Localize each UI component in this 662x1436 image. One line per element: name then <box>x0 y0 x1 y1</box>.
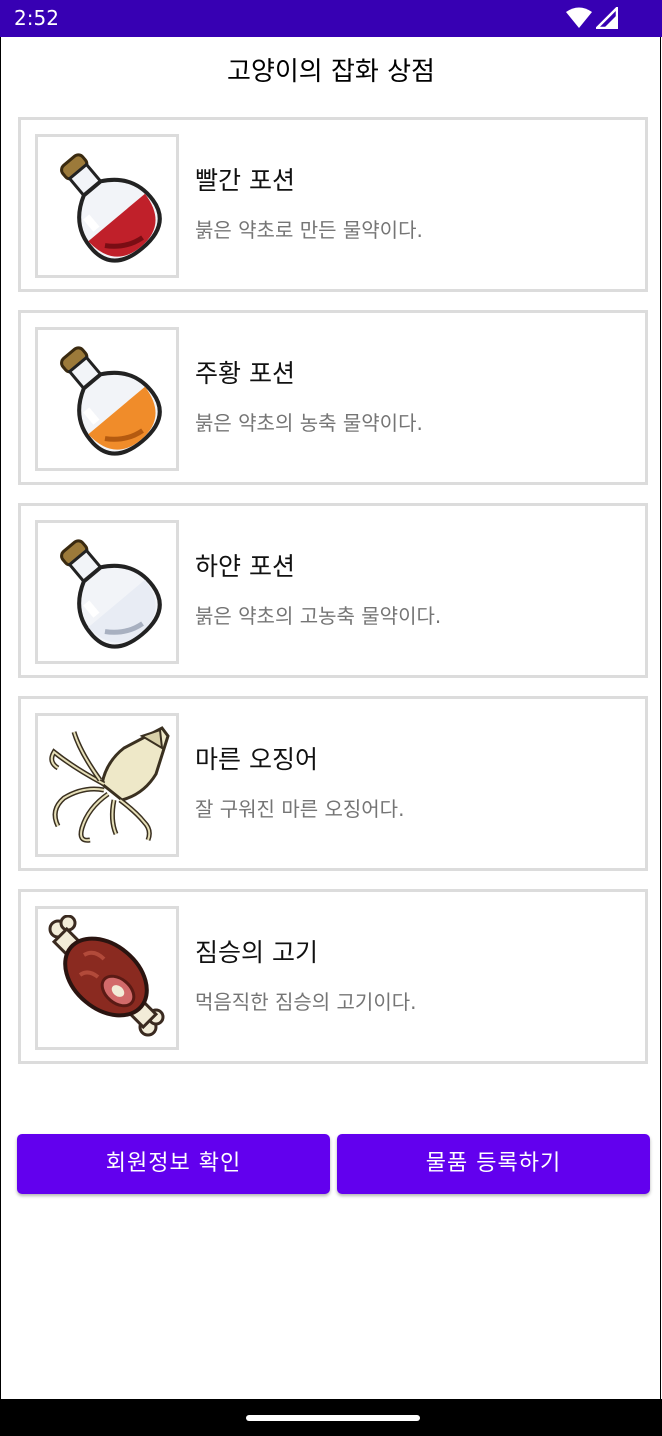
red-potion-icon <box>60 153 162 263</box>
item-name: 하얀 포션 <box>195 552 295 581</box>
status-icons <box>566 7 626 29</box>
wifi-icon <box>566 7 592 28</box>
member-info-button[interactable]: 회원정보 확인 <box>17 1134 330 1194</box>
home-indicator[interactable] <box>246 1415 420 1421</box>
item-name: 짐승의 고기 <box>195 938 318 967</box>
list-item[interactable]: 주황 포션 붉은 약초의 농축 물약이다. <box>18 310 648 485</box>
list-item[interactable]: 빨간 포션 붉은 약초로 만든 물약이다. <box>18 117 648 292</box>
item-name: 빨간 포션 <box>195 166 295 195</box>
item-description: 먹음직한 짐승의 고기이다. <box>195 990 417 1014</box>
navigation-bar <box>0 1399 662 1436</box>
item-name: 주황 포션 <box>195 359 295 388</box>
status-bar: 2:52 <box>0 0 662 37</box>
item-thumbnail <box>35 906 179 1050</box>
item-thumbnail <box>35 327 179 471</box>
item-list: 빨간 포션 붉은 약초로 만든 물약이다. 주황 포션 붉은 약초의 농축 물약… <box>18 117 648 1082</box>
page-title: 고양이의 잡화 상점 <box>227 57 435 87</box>
item-thumbnail <box>35 520 179 664</box>
orange-potion-icon <box>60 346 162 456</box>
status-time: 2:52 <box>14 6 59 30</box>
dried-squid-icon <box>49 726 170 843</box>
item-description: 잘 구워진 마른 오징어다. <box>195 797 405 821</box>
white-potion-icon <box>60 539 162 649</box>
signal-icon <box>596 7 618 29</box>
list-item[interactable]: 마른 오징어 잘 구워진 마른 오징어다. <box>18 696 648 871</box>
list-item[interactable]: 짐승의 고기 먹음직한 짐승의 고기이다. <box>18 889 648 1064</box>
meat-icon <box>48 915 165 1037</box>
item-description: 붉은 약초의 농축 물약이다. <box>195 411 423 435</box>
item-name: 마른 오징어 <box>195 745 318 774</box>
item-thumbnail <box>35 134 179 278</box>
item-thumbnail <box>35 713 179 857</box>
register-item-button[interactable]: 물품 등록하기 <box>337 1134 650 1194</box>
list-item[interactable]: 하얀 포션 붉은 약초의 고농축 물약이다. <box>18 503 648 678</box>
item-description: 붉은 약초로 만든 물약이다. <box>195 218 423 242</box>
item-description: 붉은 약초의 고농축 물약이다. <box>195 604 442 628</box>
